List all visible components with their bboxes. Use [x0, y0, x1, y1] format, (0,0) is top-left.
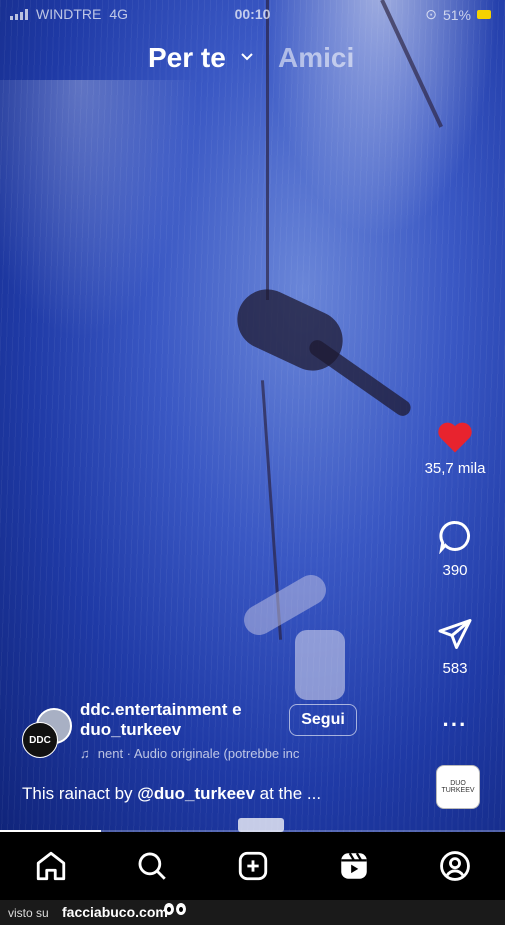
caption-prefix: This rainact by [22, 784, 138, 803]
comment-count: 390 [442, 562, 468, 579]
caption-suffix: at the ... [254, 784, 322, 803]
audio-label: nent · Audio originale (potrebbe inc [97, 746, 300, 761]
avatar[interactable]: DDC [22, 722, 58, 758]
music-note-icon: ♫ [80, 746, 90, 761]
audio-thumbnail[interactable]: DUO TURKEEV [436, 765, 480, 809]
eyes-logo-icon [164, 903, 186, 915]
battery-percent: 51% [442, 6, 471, 23]
like-count: 35,7 mila [424, 460, 486, 477]
share-button[interactable]: 583 [405, 616, 505, 677]
tab-per-te[interactable]: Per te [148, 42, 226, 74]
follow-button[interactable]: Segui [289, 704, 357, 736]
caption[interactable]: This rainact by @duo_turkeev at the ... [22, 784, 321, 804]
bottom-nav [0, 832, 505, 900]
status-bar: WINDTRE 4G 00:10 ⊙ 51% [0, 6, 505, 24]
nav-search[interactable] [132, 846, 172, 886]
nav-home[interactable] [31, 846, 71, 886]
watermark-footer: visto su facciabuco.com [0, 900, 505, 925]
rain-overlay [0, 0, 505, 832]
creator-name-line1: ddc.entertainment e [80, 700, 242, 719]
nav-create[interactable] [233, 846, 273, 886]
creator-name-line2: duo_turkeev [80, 720, 182, 739]
caption-mention[interactable]: @duo_turkeev [137, 784, 255, 803]
search-icon [138, 852, 166, 880]
profile-icon [439, 851, 470, 881]
reels-icon [340, 852, 367, 879]
creator-names[interactable]: ddc.entertainment e duo_turkeev [80, 700, 242, 740]
home-icon [36, 851, 65, 881]
share-count: 583 [442, 660, 468, 677]
video-player[interactable] [0, 0, 505, 832]
send-icon [438, 619, 472, 649]
nav-profile[interactable] [435, 846, 475, 886]
footer-site: facciabuco.com [62, 904, 168, 920]
nav-reels[interactable] [334, 846, 374, 886]
rope [266, 0, 269, 300]
performer [295, 630, 345, 700]
audio-info[interactable]: ♫ nent · Audio originale (potrebbe inc [80, 746, 299, 761]
chevron-down-icon[interactable] [240, 52, 254, 62]
add-post-icon [238, 851, 267, 881]
footer-label: visto su [8, 906, 49, 920]
more-options-icon[interactable]: ··· [405, 712, 505, 738]
alarm-icon: ⊙ [425, 6, 437, 22]
heart-icon [438, 422, 472, 453]
comment-icon [439, 520, 471, 554]
comment-button[interactable]: 390 [405, 518, 505, 579]
like-button[interactable]: 35,7 mila [405, 420, 505, 477]
battery-icon [477, 10, 491, 19]
tab-amici[interactable]: Amici [278, 42, 354, 74]
